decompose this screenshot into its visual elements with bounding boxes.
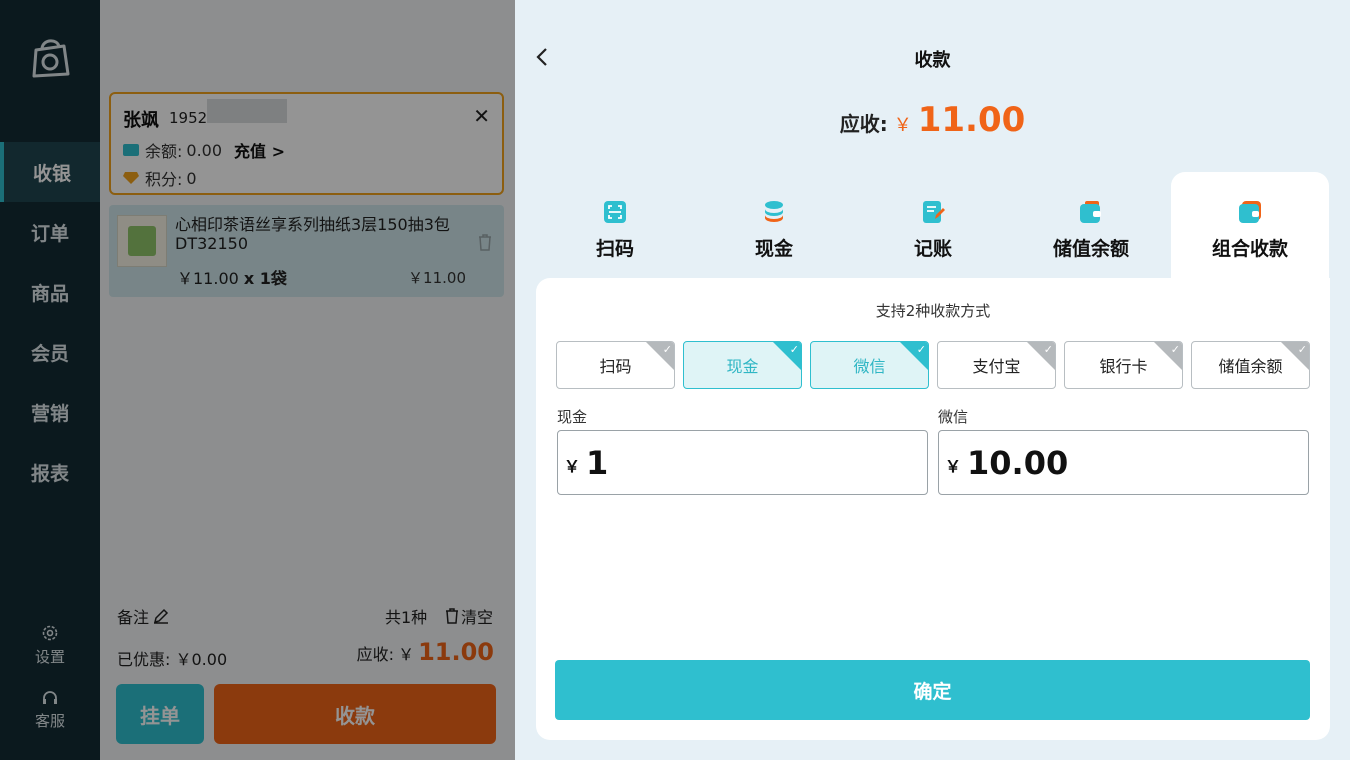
tab-scan-label: 扫码	[595, 238, 634, 260]
method-cash-option[interactable]: 现金 ✓	[683, 341, 802, 389]
method-alipay-option[interactable]: 支付宝 ✓	[937, 341, 1056, 389]
cash-amount-value: 1	[586, 443, 609, 482]
scan-icon	[604, 201, 626, 223]
receivable-label: 应收:	[839, 112, 888, 136]
wechat-amount-value: 10.00	[967, 443, 1069, 482]
method-stored-balance-option[interactable]: 储值余额 ✓	[1191, 341, 1310, 389]
tab-ledger-label: 记账	[913, 238, 952, 260]
tab-combined-payment[interactable]: 组合收款	[1171, 172, 1329, 278]
method-scan-label: 扫码	[599, 357, 632, 376]
tab-stored-balance[interactable]: 储值余额	[1012, 172, 1170, 278]
combined-payment-content: 支持2种收款方式 扫码 ✓ 现金 ✓ 微信 ✓ 支付宝 ✓ 银行卡 ✓ 储值余额…	[536, 278, 1330, 740]
method-scan-option[interactable]: 扫码 ✓	[556, 341, 675, 389]
method-bankcard-option[interactable]: 银行卡 ✓	[1064, 341, 1183, 389]
wallet-icon	[1080, 201, 1101, 223]
modal-backdrop[interactable]	[0, 0, 515, 760]
receivable-currency: ￥	[893, 115, 912, 136]
check-icon: ✓	[1170, 343, 1180, 356]
check-icon: ✓	[789, 343, 799, 356]
method-alipay-label: 支付宝	[972, 357, 1021, 376]
check-icon: ✓	[662, 343, 672, 356]
tab-ledger[interactable]: 记账	[854, 172, 1012, 278]
tab-cash[interactable]: 现金	[695, 172, 853, 278]
check-icon: ✓	[1043, 343, 1053, 356]
check-icon: ✓	[1297, 343, 1307, 356]
confirm-button[interactable]: 确定	[555, 660, 1310, 720]
payment-panel: 收款 应收: ￥ 11.00 扫码 现金 记账 储值余额 组合收款 支持2种收款…	[515, 0, 1350, 760]
method-stored-balance-label: 储值余额	[1218, 357, 1283, 376]
tab-scan[interactable]: 扫码	[536, 172, 694, 278]
cash-currency-symbol: ￥	[564, 456, 581, 476]
ledger-icon	[923, 201, 945, 223]
method-wechat-option[interactable]: 微信 ✓	[810, 341, 929, 389]
coins-icon	[765, 201, 783, 222]
cash-amount-input[interactable]: ￥ 1	[557, 430, 928, 495]
method-cash-label: 现金	[726, 357, 759, 376]
method-bankcard-label: 银行卡	[1099, 357, 1148, 376]
wechat-currency-symbol: ￥	[945, 456, 962, 476]
wechat-amount-input[interactable]: ￥ 10.00	[938, 430, 1309, 495]
receivable-value: 11.00	[917, 100, 1026, 140]
receivable-amount: 应收: ￥ 11.00	[515, 100, 1350, 140]
wechat-field-label: 微信	[938, 408, 969, 426]
method-wechat-label: 微信	[853, 357, 886, 376]
cash-field-label: 现金	[557, 408, 588, 426]
check-icon: ✓	[916, 343, 926, 356]
tab-combined-payment-label: 组合收款	[1211, 238, 1288, 260]
tab-cash-label: 现金	[754, 238, 793, 260]
support-methods-text: 支持2种收款方式	[875, 302, 991, 320]
tab-stored-balance-label: 储值余额	[1052, 238, 1129, 260]
combo-wallet-icon	[1239, 201, 1261, 223]
payment-title: 收款	[914, 50, 951, 71]
